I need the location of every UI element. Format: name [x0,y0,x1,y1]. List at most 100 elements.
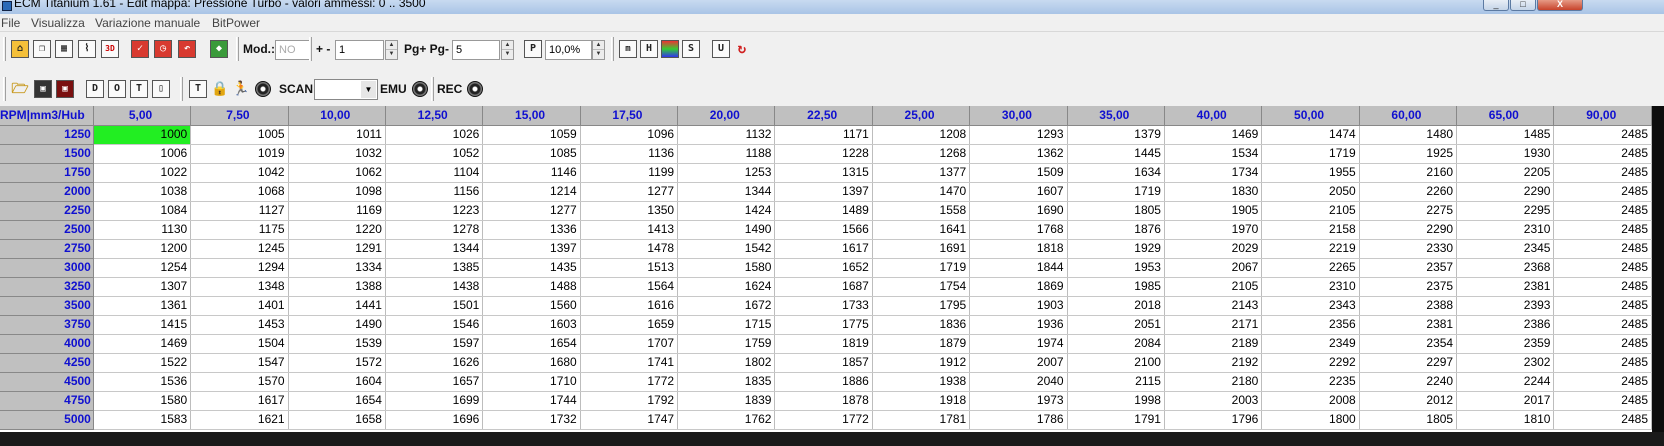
copy-window-icon[interactable]: ❐ [33,40,51,58]
map-cell[interactable]: 2295 [1456,201,1555,221]
page-step-spinner[interactable]: ▲ ▼ [501,40,514,60]
map-cell[interactable]: 1857 [774,353,873,373]
map-cell[interactable]: 1156 [385,182,484,202]
map-cell[interactable]: 1836 [872,315,971,335]
map-cell[interactable]: 1905 [1164,201,1263,221]
map-cell[interactable]: 1136 [580,144,679,164]
map-cell[interactable]: 1762 [677,410,776,430]
map-cell[interactable]: 1435 [482,258,581,278]
map-cell[interactable]: 1936 [969,315,1068,335]
rec-button[interactable] [467,81,483,97]
map-cell[interactable]: 1546 [385,315,484,335]
map-cell[interactable]: 2084 [1067,334,1165,354]
map-cell[interactable]: 1005 [190,125,289,145]
map-cell[interactable]: 1805 [1067,201,1165,221]
map-cell[interactable]: 1208 [872,125,971,145]
m-icon[interactable]: m [619,40,637,58]
map-cell[interactable]: 2029 [1164,239,1263,259]
o-icon[interactable]: O [108,80,126,98]
map-cell[interactable]: 1489 [774,201,873,221]
row-header[interactable]: 1250 [0,125,94,145]
map-cell[interactable]: 1819 [774,334,873,354]
map-cell[interactable]: 1022 [93,163,192,183]
map-cell[interactable]: 1707 [580,334,679,354]
map-cell[interactable]: 1253 [677,163,776,183]
column-header[interactable]: 90,00 [1553,106,1652,126]
map-cell[interactable]: 1096 [580,125,679,145]
row-header[interactable]: 2000 [0,182,94,202]
map-cell[interactable]: 2012 [1359,391,1458,411]
chevron-down-icon[interactable]: ▼ [361,81,376,98]
step-spinner[interactable]: ▲ ▼ [385,40,398,60]
page-step-input[interactable]: 5 [452,40,500,60]
map-cell[interactable]: 1438 [385,277,484,297]
toolbar-grip[interactable] [309,37,312,61]
map-cell[interactable]: 1488 [482,277,581,297]
map-cell[interactable]: 1654 [288,391,386,411]
map-cell[interactable]: 1617 [190,391,289,411]
map-cell[interactable]: 2160 [1359,163,1458,183]
map-cell[interactable]: 1687 [774,277,873,297]
map-cell[interactable]: 1379 [1067,125,1165,145]
map-cell[interactable]: 1278 [385,220,484,240]
map-cell[interactable]: 1974 [969,334,1068,354]
map-cell[interactable]: 1802 [677,353,776,373]
minimize-button[interactable]: _ [1483,0,1509,11]
map-cell[interactable]: 1132 [677,125,776,145]
map-cell[interactable]: 1903 [969,296,1068,316]
map-cell[interactable]: 2381 [1456,277,1555,297]
map-cell[interactable]: 2485 [1553,144,1652,164]
map-cell[interactable]: 2260 [1359,182,1458,202]
map-cell[interactable]: 1973 [969,391,1068,411]
map-cell[interactable]: 1570 [190,372,289,392]
map-cell[interactable]: 2003 [1164,391,1263,411]
map-cell[interactable]: 1254 [93,258,192,278]
row-header[interactable]: 3500 [0,296,94,316]
map-cell[interactable]: 1597 [385,334,484,354]
map-cell[interactable]: 1130 [93,220,192,240]
map-cell[interactable]: 1011 [288,125,386,145]
map-cell[interactable]: 1879 [872,334,971,354]
map-cell[interactable]: 1912 [872,353,971,373]
map-cell[interactable]: 1397 [482,239,581,259]
map-cell[interactable]: 2051 [1067,315,1165,335]
map-cell[interactable]: 1741 [580,353,679,373]
map-cell[interactable]: 1800 [1261,410,1360,430]
map-cell[interactable]: 1542 [677,239,776,259]
map-cell[interactable]: 2050 [1261,182,1360,202]
map-cell[interactable]: 1772 [774,410,873,430]
mod-field[interactable]: NO [275,40,310,60]
map-cell[interactable]: 2349 [1261,334,1360,354]
row-header[interactable]: 2250 [0,201,94,221]
save-as-icon[interactable]: ▣ [56,80,74,98]
color-map-icon[interactable] [661,40,679,58]
row-header[interactable]: 2750 [0,239,94,259]
map-cell[interactable]: 1734 [1164,163,1263,183]
map-cell[interactable]: 1955 [1261,163,1360,183]
undo-icon[interactable]: ↶ [178,40,196,58]
map-cell[interactable]: 1938 [872,372,971,392]
map-cell[interactable]: 2180 [1164,372,1263,392]
map-cell[interactable]: 2359 [1456,334,1555,354]
map-cell[interactable]: 2115 [1067,372,1165,392]
u-icon[interactable]: U [712,40,730,58]
row-header[interactable]: 4250 [0,353,94,373]
map-cell[interactable]: 2485 [1553,277,1652,297]
map-cell[interactable]: 1485 [1456,125,1555,145]
toolbar-grip[interactable] [3,37,6,61]
column-header[interactable]: 30,00 [969,106,1068,126]
map-cell[interactable]: 1401 [190,296,289,316]
map-cell[interactable]: 1501 [385,296,484,316]
map-cell[interactable]: 2485 [1553,220,1652,240]
map-cell[interactable]: 1680 [482,353,581,373]
map-cell[interactable]: 1146 [482,163,581,183]
map-cell[interactable]: 1547 [190,353,289,373]
map-cell[interactable]: 1886 [774,372,873,392]
map-cell[interactable]: 1719 [872,258,971,278]
map-cell[interactable]: 1445 [1067,144,1165,164]
map-cell[interactable]: 2310 [1456,220,1555,240]
map-cell[interactable]: 2192 [1164,353,1263,373]
map-cell[interactable]: 1786 [969,410,1068,430]
map-cell[interactable]: 2357 [1359,258,1458,278]
map-cell[interactable]: 2485 [1553,315,1652,335]
